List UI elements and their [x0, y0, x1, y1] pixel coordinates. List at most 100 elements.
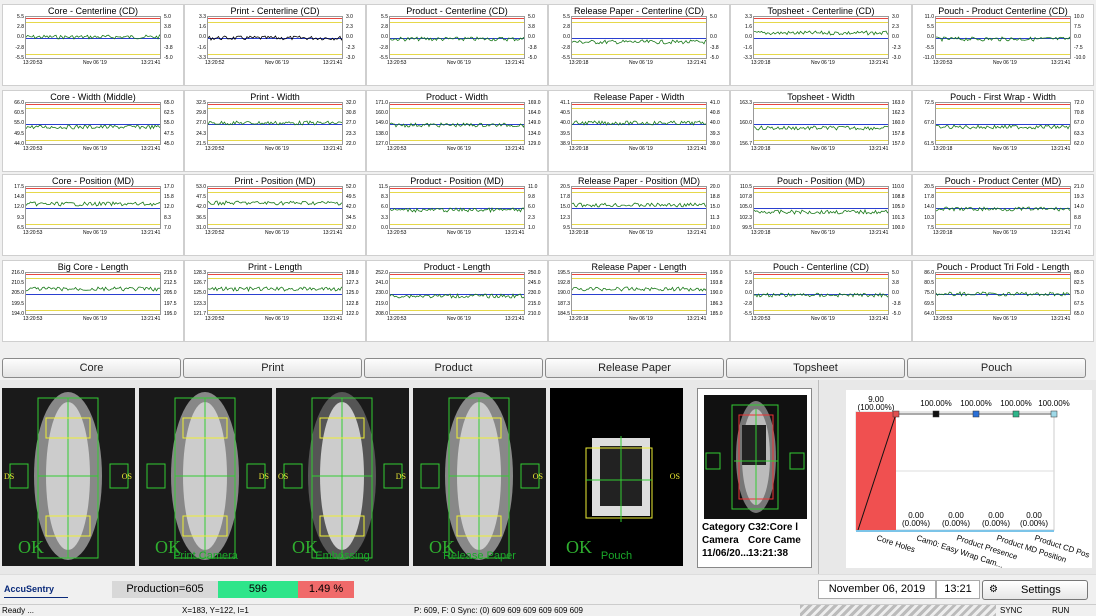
y-axis-tick-left: 2.8	[745, 280, 752, 286]
signal-trace	[572, 202, 706, 208]
trend-chart[interactable]: Pouch - Product Centerline (CD) 11.0 5.5 0.…	[912, 4, 1094, 86]
sync-button[interactable]: SYNC	[1000, 606, 1022, 615]
trend-chart[interactable]: Release Paper - Centerline (CD) 5.5 2.8 0.0…	[548, 4, 730, 86]
trend-chart[interactable]: Print - Centerline (CD) 3.3 1.6 0.0 -1.6 -3.3…	[184, 4, 366, 86]
trend-chart[interactable]: Big Core - Length 216.0 210.5 205.0 199.5 194…	[2, 260, 184, 342]
y-axis-tick-right: 67.5	[1074, 301, 1084, 307]
camera-view[interactable]: DS OS OK	[2, 388, 135, 566]
signal-trace	[390, 36, 524, 42]
trend-chart[interactable]: Release Paper - Length 195.5 192.8 190.0 187…	[548, 260, 730, 342]
camera-view[interactable]: OS DS OK Embossing	[276, 388, 409, 566]
y-axis-tick-right: -2.3	[892, 45, 901, 51]
trend-chart[interactable]: Core - Width (Middle) 66.0 60.5 55.0 49.5 44.…	[2, 90, 184, 172]
camera-name: Print Camera	[173, 550, 238, 562]
x-axis-tick: 13:20:53	[387, 146, 407, 152]
camera-view[interactable]: DS OK Print Camera	[139, 388, 272, 566]
run-button[interactable]: RUN	[1052, 606, 1069, 615]
trend-chart[interactable]: Pouch - First Wrap - Width 72.5 67.0 61.5 72…	[912, 90, 1094, 172]
y-axis-tick-right: -3.8	[892, 301, 901, 307]
y-axis-tick-left: 17.8	[560, 194, 570, 200]
x-axis-tick: 13:20:18	[933, 230, 953, 236]
trend-chart[interactable]: Product - Length 252.0 241.0 230.0 219.0 208.…	[366, 260, 548, 342]
signal-trace	[390, 122, 524, 128]
y-axis-tick-left: 42.0	[196, 204, 206, 210]
limit-line	[572, 314, 706, 315]
trend-chart[interactable]: Pouch - Product Center (MD) 20.5 17.8 14.0 1…	[912, 174, 1094, 256]
x-axis-tick: 13:21:41	[869, 230, 889, 236]
y-axis-tick-left: 49.5	[14, 131, 24, 137]
app-window: Core - Centerline (CD) 5.5 2.8 0.0 -2.8 -5.5 5…	[0, 0, 1096, 616]
y-axis-tick-left: 41.1	[560, 100, 570, 106]
trend-chart[interactable]: Product - Position (MD) 11.5 8.3 6.0 3.3 0.0 1…	[366, 174, 548, 256]
category-label: Category	[702, 522, 746, 533]
y-axis-tick-left: 3.3	[381, 215, 388, 221]
y-axis-tick-left: 32.5	[196, 100, 206, 106]
tab-pouch[interactable]: Pouch	[907, 358, 1086, 378]
signal-trace	[26, 34, 160, 40]
tab-topsheet[interactable]: Topsheet	[726, 358, 905, 378]
trend-chart[interactable]: Release Paper - Position (MD) 20.5 17.8 15.…	[548, 174, 730, 256]
trend-chart[interactable]: Core - Position (MD) 17.5 14.8 12.0 9.3 6.5 17…	[2, 174, 184, 256]
trend-chart[interactable]: Print - Length 128.3 126.7 125.0 123.3 121.7 1…	[184, 260, 366, 342]
camera-view[interactable]: OS OK Pouch	[550, 388, 683, 566]
camera-view[interactable]: OS OK Release Paper	[413, 388, 546, 566]
y-axis-tick-left: 241.0	[375, 280, 388, 286]
signal-trace	[390, 293, 524, 299]
limit-line	[390, 228, 524, 229]
y-axis-tick-left: -1.6	[197, 45, 206, 51]
y-axis-tick-right: 149.0	[528, 120, 541, 126]
y-axis-tick-right: 2.3	[346, 24, 353, 30]
tab-print[interactable]: Print	[183, 358, 362, 378]
plot-area	[571, 186, 707, 229]
x-axis-tick: 13:21:41	[869, 146, 889, 152]
chart-title: Topsheet - Width	[787, 92, 855, 102]
side-label-right: OS	[532, 472, 543, 481]
camera-name: Embossing	[315, 550, 370, 562]
trend-chart[interactable]: Topsheet - Width 163.3 160.0 156.7 163.0 162.…	[730, 90, 912, 172]
trend-chart[interactable]: Product - Width 171.0 160.0 149.0 138.0 127.0…	[366, 90, 548, 172]
signal-trace	[754, 125, 888, 131]
y-axis-tick-right: -3.0	[346, 55, 355, 61]
detail-camera-image[interactable]	[704, 395, 807, 519]
x-axis-tick: 13:20:53	[23, 230, 43, 236]
signal-trace	[754, 208, 888, 215]
y-axis-tick-left: 123.3	[193, 301, 206, 307]
trend-chart[interactable]: Print - Width 32.5 29.8 27.0 24.3 21.5 32.0 30.…	[184, 90, 366, 172]
tab-core[interactable]: Core	[2, 358, 181, 378]
x-axis-tick: 13:21:41	[1051, 230, 1071, 236]
y-axis-tick-right: 8.8	[1074, 215, 1081, 221]
production-count: Production=605	[112, 581, 218, 598]
y-axis-tick-right: 70.8	[1074, 110, 1084, 116]
divider	[818, 380, 819, 574]
trend-chart[interactable]: Pouch - Centerline (CD) 5.5 2.8 0.0 -2.8 -5.5…	[730, 260, 912, 342]
trend-chart[interactable]: Pouch - Product Tri Fold - Length 86.0 80.…	[912, 260, 1094, 342]
tab-release-paper[interactable]: Release Paper	[545, 358, 724, 378]
settings-button[interactable]: ⚙ Settings	[982, 580, 1088, 600]
y-axis-tick-left: 199.5	[11, 301, 24, 307]
y-axis-tick-right: 7.0	[164, 225, 171, 231]
trend-chart[interactable]: Core - Centerline (CD) 5.5 2.8 0.0 -2.8 -5.5 5…	[2, 4, 184, 86]
top-value-label: 100.00%	[1038, 399, 1070, 408]
y-axis-tick-left: 3.3	[745, 14, 752, 20]
x-axis-tick: 13:20:18	[569, 230, 589, 236]
y-axis-tick-left: 7.5	[927, 225, 934, 231]
y-axis-tick-left: 44.0	[14, 141, 24, 147]
y-axis-tick-left: 2.8	[563, 24, 570, 30]
signal-trace	[754, 30, 888, 36]
trend-chart[interactable]: Topsheet - Centerline (CD) 3.3 1.6 0.0 -1.6 -…	[730, 4, 912, 86]
y-axis-tick-left: 64.0	[924, 311, 934, 317]
trend-chart[interactable]: Release Paper - Width 41.1 40.5 40.0 39.5 38.…	[548, 90, 730, 172]
tab-product[interactable]: Product	[364, 358, 543, 378]
y-axis-tick-right: 105.0	[892, 204, 905, 210]
y-axis-tick-right: 215.0	[528, 301, 541, 307]
trend-chart[interactable]: Pouch - Position (MD) 110.5 107.8 105.0 102.…	[730, 174, 912, 256]
y-axis-tick-left: 14.8	[14, 194, 24, 200]
trend-chart[interactable]: Product - Centerline (CD) 5.5 2.8 0.0 -2.8 -5…	[366, 4, 548, 86]
x-axis-tick: 13:20:53	[23, 146, 43, 152]
signal-trace	[208, 200, 342, 206]
x-axis-tick: 13:20:18	[569, 146, 589, 152]
trend-chart[interactable]: Print - Position (MD) 53.0 47.5 42.0 36.5 31.…	[184, 174, 366, 256]
y-axis-tick-right: 27.0	[346, 120, 356, 126]
y-axis-tick-left: 187.3	[557, 301, 570, 307]
y-axis-tick-right: 19.3	[1074, 194, 1084, 200]
